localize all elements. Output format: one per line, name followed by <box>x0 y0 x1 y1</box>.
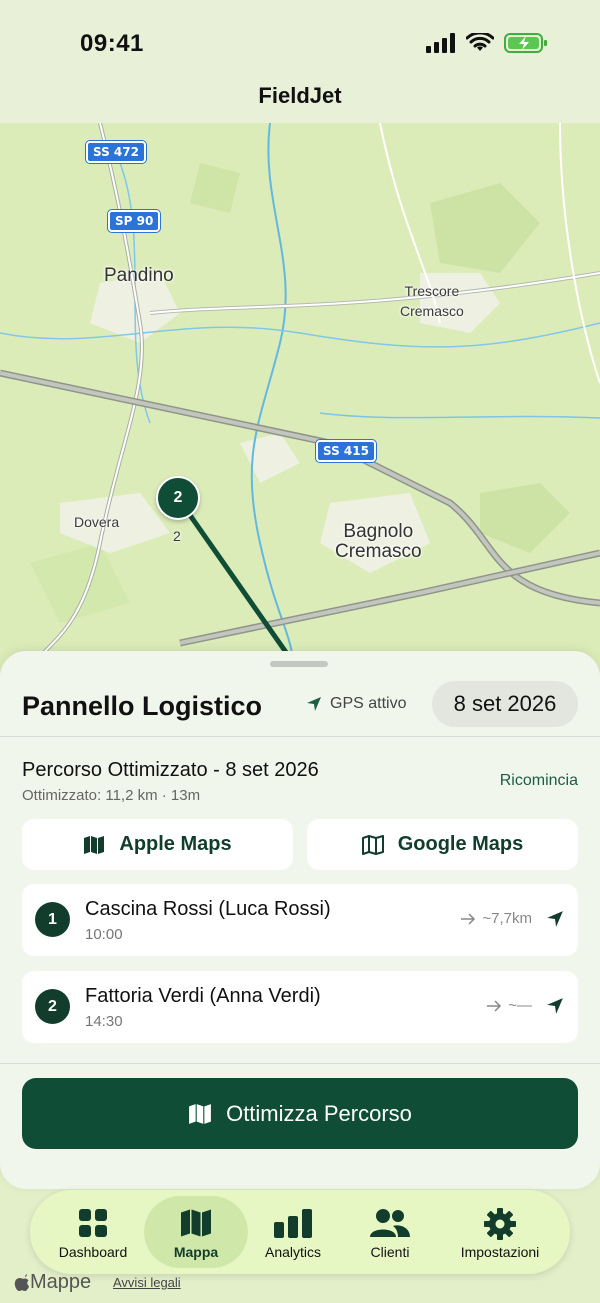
google-maps-button[interactable]: Google Maps <box>307 819 578 870</box>
bar-chart-icon <box>274 1209 312 1238</box>
grid-icon <box>79 1209 107 1237</box>
maps-attribution: Mappe <box>14 1271 91 1294</box>
stop-card-2[interactable]: 2 Fattoria Verdi (Anna Verdi) 14:30 ~— <box>22 971 578 1043</box>
road-shield-sp90: SP 90 <box>108 210 161 232</box>
apple-logo-icon <box>14 1273 29 1291</box>
tab-clienti[interactable]: Clienti <box>346 1196 434 1268</box>
app-title: FieldJet <box>258 83 342 108</box>
wifi-icon <box>466 33 494 51</box>
stop-time: 10:00 <box>85 926 123 943</box>
apple-maps-label: Apple Maps <box>119 833 232 855</box>
tab-dashboard[interactable]: Dashboard <box>50 1196 136 1268</box>
tab-bar: Dashboard Mappa Analytics Clienti Impost… <box>30 1190 570 1274</box>
tab-analytics[interactable]: Analytics <box>252 1196 334 1268</box>
divider <box>0 1063 600 1064</box>
optimize-route-button[interactable]: Ottimizza Percorso <box>22 1078 578 1149</box>
people-icon <box>370 1209 410 1237</box>
tab-label: Mappa <box>173 1244 219 1260</box>
map-outline-icon <box>361 834 384 855</box>
apple-maps-button[interactable]: Apple Maps <box>22 819 293 870</box>
map-filled-icon <box>84 835 105 854</box>
date-picker-button[interactable]: 8 set 2026 <box>432 681 578 727</box>
battery-charging-icon <box>504 33 547 53</box>
stop-distance-value: ~— <box>508 997 532 1014</box>
stop-name: Fattoria Verdi (Anna Verdi) <box>85 985 321 1007</box>
tab-label: Impostazioni <box>460 1244 540 1260</box>
place-pandino: Pandino <box>104 265 174 286</box>
stop-name: Cascina Rossi (Luca Rossi) <box>85 898 331 920</box>
map-base <box>0 123 600 683</box>
stop-number-badge: 1 <box>35 902 70 937</box>
panel-title: Pannello Logistico <box>22 691 263 721</box>
google-maps-label: Google Maps <box>397 833 524 855</box>
stop-number-badge: 2 <box>35 989 70 1024</box>
route-title: Percorso Ottimizzato - 8 set 2026 <box>22 759 319 781</box>
divider <box>0 736 600 737</box>
place-dovera: Dovera <box>74 514 120 530</box>
tab-label: Dashboard <box>58 1244 128 1260</box>
gear-icon <box>484 1208 516 1240</box>
nav-header: FieldJet <box>0 70 600 123</box>
tab-mappa[interactable]: Mappa <box>144 1196 248 1268</box>
arrow-right-icon <box>487 999 502 1012</box>
gps-status: GPS attivo <box>306 695 406 713</box>
place-dovera-count: 2 <box>173 528 181 544</box>
status-bar: 09:41 <box>0 0 600 70</box>
road-shield-ss472: SS 472 <box>86 141 146 163</box>
location-arrow-icon <box>307 697 321 711</box>
arrow-right-icon <box>461 912 476 925</box>
status-icons <box>426 32 548 54</box>
tab-label: Clienti <box>370 1244 410 1260</box>
navigate-icon[interactable] <box>546 997 564 1015</box>
sheet-grabber[interactable] <box>270 661 328 667</box>
road-shield-ss415: SS 415 <box>316 440 376 462</box>
gps-label: GPS attivo <box>330 695 407 712</box>
map-view[interactable]: SS 472 SP 90 SS 415 Pandino Trescore Cre… <box>0 123 600 683</box>
stop-distance: ~7,7km <box>460 910 532 927</box>
restart-link[interactable]: Ricomincia <box>500 772 578 790</box>
place-bagnolo-cremasco: Bagnolo Cremasco <box>335 521 422 562</box>
tab-impostazioni[interactable]: Impostazioni <box>448 1196 552 1268</box>
optimize-route-label: Ottimizza Percorso <box>226 1100 412 1126</box>
logistics-panel: Pannello Logistico GPS attivo 8 set 2026… <box>0 651 600 1189</box>
map-filled-icon <box>189 1103 211 1124</box>
route-summary: Ottimizzato: 11,2 km · 13m <box>22 787 201 804</box>
map-pin-stop-2[interactable]: 2 <box>156 476 200 520</box>
tab-label: Analytics <box>264 1244 322 1260</box>
cellular-signal-icon <box>426 33 455 53</box>
stop-time: 14:30 <box>85 1013 123 1030</box>
date-label: 8 set 2026 <box>453 691 557 716</box>
map-icon <box>181 1209 211 1237</box>
legal-notices-link[interactable]: Avvisi legali <box>113 1275 181 1290</box>
status-time: 09:41 <box>80 30 144 57</box>
stop-card-1[interactable]: 1 Cascina Rossi (Luca Rossi) 10:00 ~7,7k… <box>22 884 578 956</box>
map-pin-label: 2 <box>173 489 183 506</box>
maps-label: Mappe <box>30 1271 92 1293</box>
stop-distance-value: ~7,7km <box>482 910 532 927</box>
navigate-icon[interactable] <box>546 910 564 928</box>
place-trescore-cremasco: Trescore Cremasco <box>400 283 464 319</box>
stop-distance: ~— <box>486 997 532 1014</box>
